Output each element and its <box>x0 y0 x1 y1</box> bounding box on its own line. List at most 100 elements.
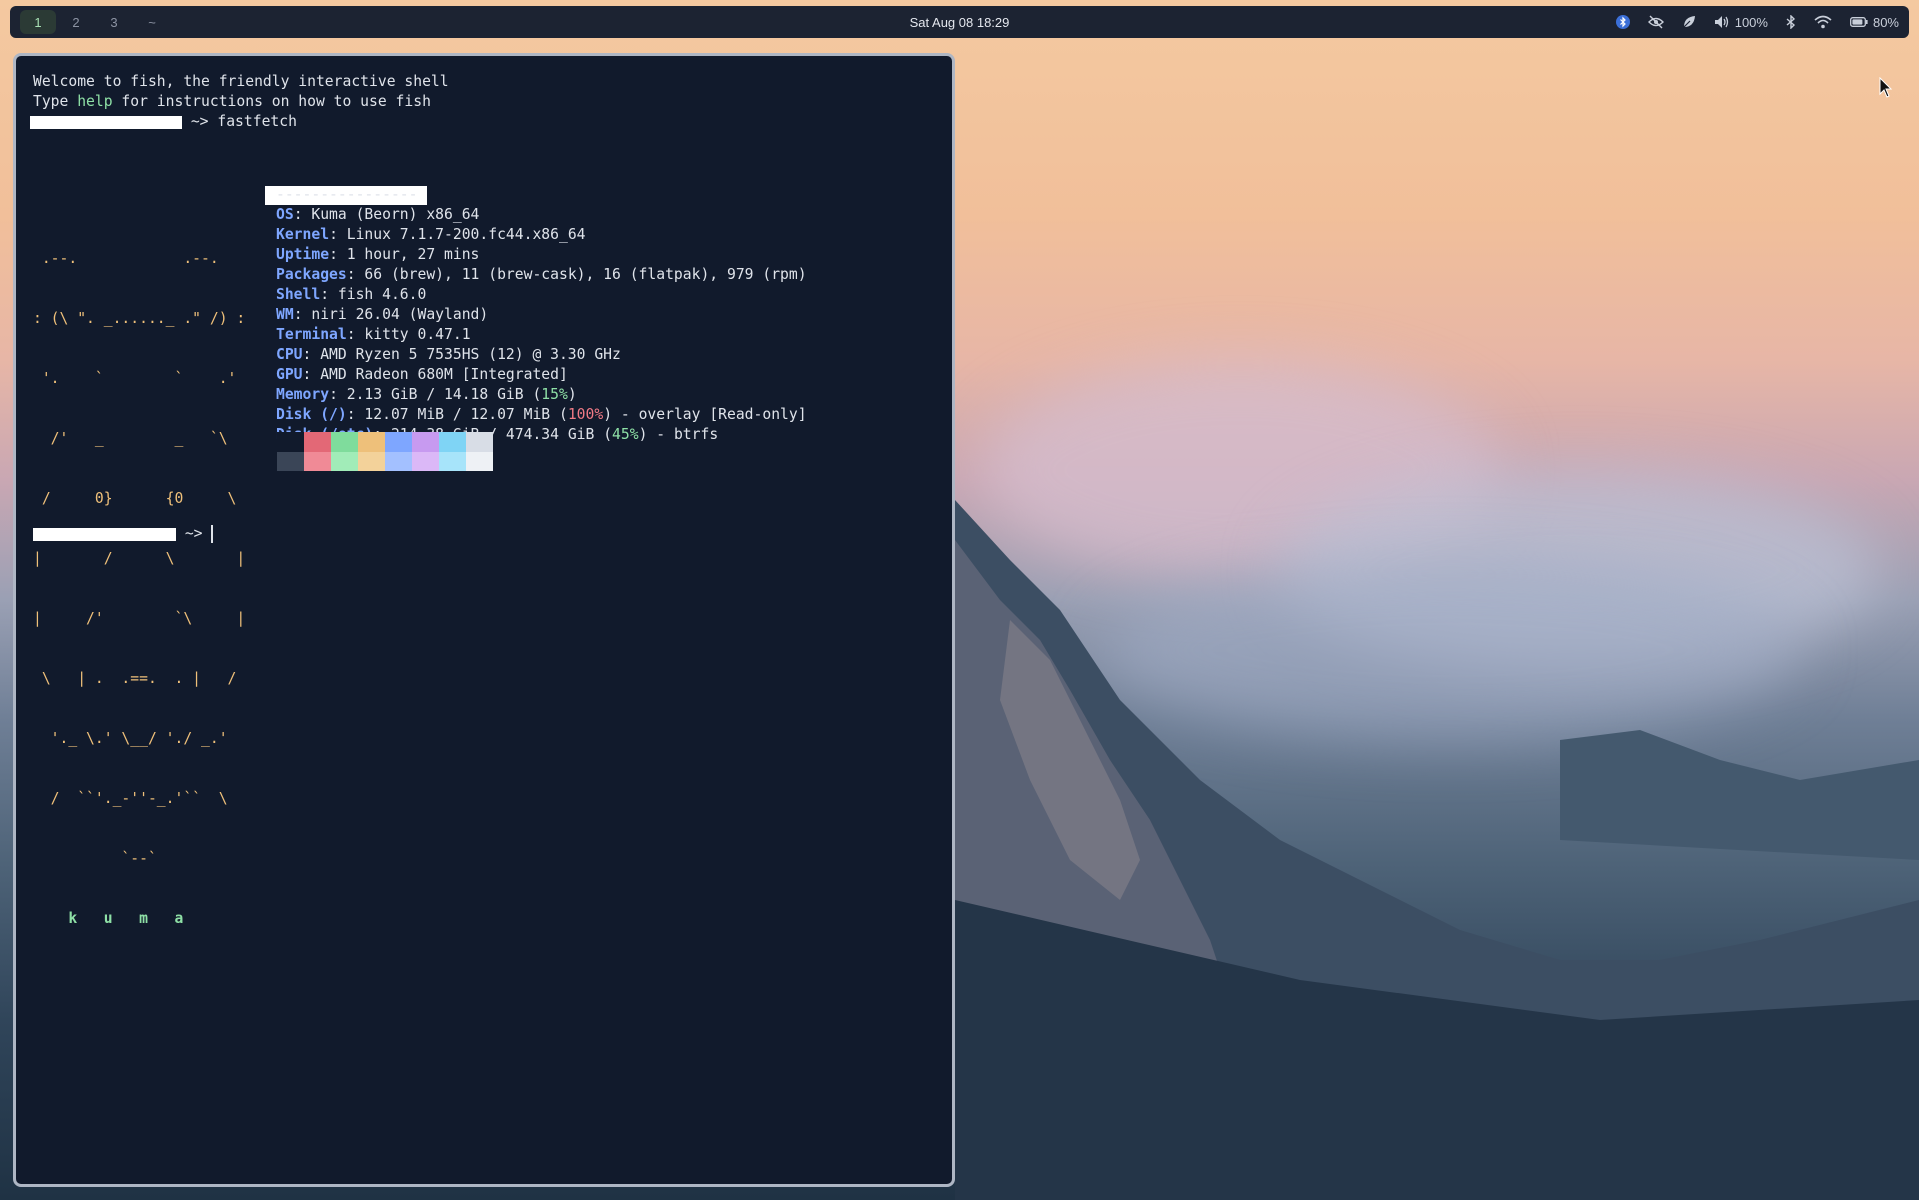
ascii-line: .--. .--. <box>33 250 219 267</box>
battery-button[interactable]: 80% <box>1850 15 1899 30</box>
palette-swatch <box>304 432 331 452</box>
palette-swatch <box>439 452 466 471</box>
ascii-line: : (\ ". _......_ ." /) : <box>33 310 246 327</box>
info-gpu: GPU: AMD Radeon 680M [Integrated] <box>276 365 807 385</box>
info-key: Shell <box>276 286 321 303</box>
workspace-1[interactable]: 1 <box>20 10 56 34</box>
battery-level: 80% <box>1872 14 1899 30</box>
welcome-line: Welcome to fish, the friendly interactiv… <box>33 73 449 90</box>
leaf-icon <box>1682 15 1696 29</box>
bluetooth-icon <box>1615 14 1630 30</box>
info-value: : AMD Ryzen 5 7535HS (12) @ 3.30 GHz <box>302 346 621 363</box>
ascii-line: `--` <box>33 850 157 867</box>
prompt-arrow: ~> <box>190 113 209 130</box>
info-key: GPU <box>276 366 303 383</box>
command-text: fastfetch <box>217 113 297 130</box>
ascii-line: '._ \.' \__/ './ _.' <box>33 730 228 747</box>
info-value: : niri 26.04 (Wayland) <box>293 306 489 323</box>
info-wm: WM: niri 26.04 (Wayland) <box>276 305 807 325</box>
info-key: Uptime <box>276 246 330 263</box>
power-profile-button[interactable] <box>1682 15 1696 29</box>
palette-swatch <box>439 432 466 452</box>
palette-swatch <box>358 432 385 452</box>
memory-percent: 15% <box>541 386 568 403</box>
system-tray: 100% 80% <box>1615 14 1899 30</box>
color-palette <box>277 432 493 471</box>
info-key: Memory <box>276 386 330 403</box>
info-key: Terminal <box>276 326 347 343</box>
terminal-window[interactable]: Welcome to fish, the friendly interactiv… <box>13 53 955 1187</box>
wifi-icon <box>1814 15 1832 29</box>
privacy-tray-button[interactable] <box>1647 15 1664 29</box>
info-value: : 2.13 GiB / 14.18 GiB ( <box>329 386 542 403</box>
palette-swatch <box>412 432 439 452</box>
info-uptime: Uptime: 1 hour, 27 mins <box>276 245 807 265</box>
disk-etc-percent: 45% <box>612 426 639 443</box>
mouse-pointer-icon <box>1879 76 1893 104</box>
workspace-home[interactable]: ~ <box>134 10 170 34</box>
redacted-prompt-user <box>30 115 182 129</box>
info-value: : fish 4.6.0 <box>320 286 427 303</box>
palette-swatch <box>331 452 358 471</box>
separator: ---------------- <box>276 186 418 203</box>
palette-swatch <box>466 452 493 471</box>
ascii-logo: .--. .--. : (\ ". _......_ ." /) : '. ` … <box>33 209 245 969</box>
disk-root-percent: 100% <box>567 406 604 423</box>
info-value: : Kuma (Beorn) x86_64 <box>293 206 480 223</box>
text-cursor <box>211 525 214 543</box>
bluetooth-tray-button[interactable] <box>1615 14 1630 30</box>
redacted-prompt-user <box>33 527 176 541</box>
clock[interactable]: Sat Aug 08 18:29 <box>910 15 1010 30</box>
eye-slash-icon <box>1647 15 1664 29</box>
workspace-switcher: 1 2 3 ~ <box>20 10 170 34</box>
info-memory: Memory: 2.13 GiB / 14.18 GiB (15%) <box>276 385 807 405</box>
info-cpu: CPU: AMD Ryzen 5 7535HS (12) @ 3.30 GHz <box>276 345 807 365</box>
help-line: Type help for instructions on how to use… <box>33 92 952 112</box>
ascii-line: | /' `\ | <box>33 610 246 627</box>
active-prompt[interactable]: ~> <box>33 524 214 544</box>
info-value: : 1 hour, 27 mins <box>329 246 480 263</box>
info-value: : 12.07 MiB / 12.07 MiB ( <box>346 406 568 423</box>
ascii-line: | / \ | <box>33 550 246 567</box>
info-kernel: Kernel: Linux 7.1.7-200.fc44.x86_64 <box>276 225 807 245</box>
palette-swatch <box>385 452 412 471</box>
volume-button[interactable]: 100% <box>1714 15 1768 30</box>
info-terminal: Terminal: kitty 0.47.1 <box>276 325 807 345</box>
info-os: OS: Kuma (Beorn) x86_64 <box>276 205 807 225</box>
palette-swatch <box>304 452 331 471</box>
workspace-3[interactable]: 3 <box>96 10 132 34</box>
ascii-line: '. ` ` .' <box>33 370 237 387</box>
palette-swatch <box>358 452 385 471</box>
workspace-2[interactable]: 2 <box>58 10 94 34</box>
info-packages: Packages: 66 (brew), 11 (brew-cask), 16 … <box>276 265 807 285</box>
info-value: : AMD Radeon 680M [Integrated] <box>302 366 568 383</box>
info-key: WM <box>276 306 294 323</box>
info-key: Disk (/) <box>276 406 347 423</box>
info-key: Packages <box>276 266 347 283</box>
ascii-distro-name: k u m a <box>33 910 184 927</box>
help-command: help <box>77 93 113 110</box>
ascii-line: / 0} {0 \ <box>33 490 237 507</box>
ascii-line: / ``'._-''-_.'`` \ <box>33 790 228 807</box>
palette-swatch <box>412 452 439 471</box>
palette-swatch <box>277 432 304 452</box>
top-bar: 1 2 3 ~ Sat Aug 08 18:29 100% 80% <box>10 6 1909 38</box>
prompt-line: ~> fastfetch <box>30 112 952 132</box>
palette-swatch <box>331 432 358 452</box>
speaker-icon <box>1714 15 1730 29</box>
info-shell: Shell: fish 4.6.0 <box>276 285 807 305</box>
system-info: ---------------- OS: Kuma (Beorn) x86_64… <box>276 185 807 445</box>
prompt-arrow: ~> <box>184 525 203 542</box>
bluetooth-icon <box>1786 15 1796 29</box>
volume-level: 100% <box>1734 14 1768 30</box>
battery-icon <box>1850 17 1868 27</box>
info-key: Kernel <box>276 226 330 243</box>
bluetooth-button[interactable] <box>1786 15 1796 29</box>
info-key: OS <box>276 206 294 223</box>
wifi-button[interactable] <box>1814 15 1832 29</box>
help-pre: Type <box>33 93 78 110</box>
info-value: : 66 (brew), 11 (brew-cask), 16 (flatpak… <box>346 266 807 283</box>
ascii-line: /' _ _ `\ <box>33 430 228 447</box>
help-post: for instructions on how to use fish <box>112 93 431 110</box>
info-disk-root: Disk (/): 12.07 MiB / 12.07 MiB (100%) -… <box>276 405 807 425</box>
